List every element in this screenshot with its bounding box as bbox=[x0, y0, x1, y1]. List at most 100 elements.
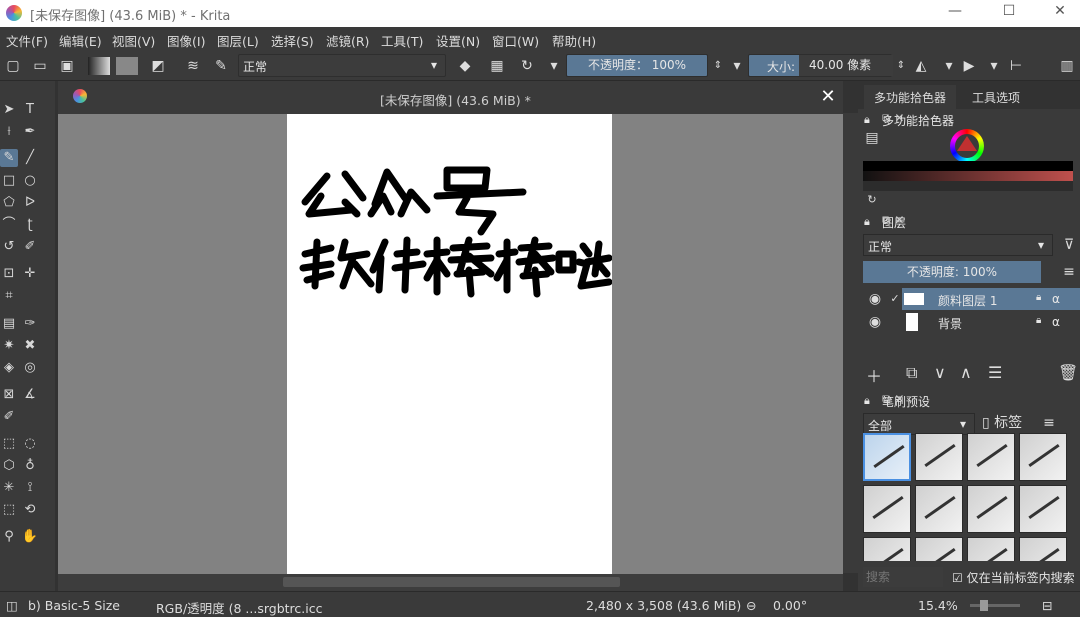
gradient-tool-icon[interactable]: ▤ bbox=[0, 315, 18, 333]
brush-preset[interactable] bbox=[863, 433, 911, 481]
color-picker-icon[interactable]: ✑ bbox=[21, 315, 39, 333]
duplicate-layer-icon[interactable]: ⧉ bbox=[906, 363, 917, 383]
canvas-area[interactable] bbox=[58, 114, 843, 574]
brush-preset[interactable] bbox=[1019, 485, 1067, 533]
rotation-icon[interactable]: ⊖ bbox=[746, 598, 756, 613]
move-up-icon[interactable]: ∧ bbox=[960, 363, 972, 382]
tab-advanced-color-selector[interactable]: 多功能拾色器 bbox=[864, 85, 957, 109]
alpha-lock-icon[interactable]: ▦ bbox=[488, 57, 506, 75]
layer-row[interactable]: 颜料图层 1 🔒︎ α bbox=[902, 288, 1080, 310]
move-tool-icon[interactable]: ✛ bbox=[21, 265, 39, 283]
chevron-down-icon[interactable]: ▾ bbox=[728, 57, 746, 75]
menu-help[interactable]: 帮助(H) bbox=[552, 31, 596, 50]
tag-button[interactable]: ▯ 标签 bbox=[982, 414, 1022, 432]
delete-layer-icon[interactable]: 🗑︎ bbox=[1058, 363, 1078, 382]
brush-preset[interactable] bbox=[915, 485, 963, 533]
reload-preset-icon[interactable]: ↻ bbox=[518, 57, 536, 75]
lock-icon[interactable]: 🔒︎ bbox=[864, 113, 870, 127]
layer-opacity-slider[interactable]: 不透明度: 100% bbox=[863, 261, 1041, 283]
select-shapes-icon[interactable]: ➤ bbox=[0, 101, 18, 119]
brush-preset[interactable] bbox=[967, 485, 1015, 533]
dynamic-brush-icon[interactable]: ↺ bbox=[0, 238, 18, 256]
size-spinner-icon[interactable]: ⇕ bbox=[892, 57, 910, 75]
tab-tool-options[interactable]: 工具选项 bbox=[962, 85, 1030, 109]
polyline-tool-icon[interactable]: ᐅ bbox=[21, 194, 39, 212]
brush-preset[interactable] bbox=[1019, 433, 1067, 481]
brush-preset[interactable] bbox=[915, 433, 963, 481]
reference-tool-icon[interactable]: ✐ bbox=[0, 408, 18, 426]
mirror-horizontal-icon[interactable]: ◭ bbox=[912, 57, 930, 75]
vertical-scrollbar[interactable] bbox=[843, 113, 858, 573]
blend-mode-select[interactable]: 正常 ▾ bbox=[238, 54, 446, 77]
lock-icon[interactable]: 🔒︎ bbox=[864, 215, 870, 229]
opacity-spinner-icon[interactable]: ⇕ bbox=[709, 57, 727, 75]
close-button[interactable]: ✕ bbox=[1045, 3, 1075, 23]
multibrush-icon[interactable]: ✐ bbox=[21, 238, 39, 256]
crop-tool-icon[interactable]: ⌗ bbox=[0, 287, 18, 305]
eye-icon[interactable]: ◉ bbox=[866, 290, 884, 308]
enclose-fill-icon[interactable]: ◎ bbox=[21, 359, 39, 377]
lock-icon[interactable]: 🔒︎ bbox=[1036, 292, 1041, 303]
search-in-tag-checkbox[interactable]: ☑ 仅在当前标签内搜索 bbox=[952, 569, 1075, 586]
layer-blend-select[interactable]: 正常 ▾ bbox=[863, 234, 1053, 256]
rect-select-icon[interactable]: ⬚ bbox=[0, 435, 18, 453]
brush-preset[interactable] bbox=[1019, 537, 1067, 561]
ellipse-select-icon[interactable]: ◌ bbox=[21, 435, 39, 453]
document-tab[interactable]: [未保存图像] (43.6 MiB) * ✕ bbox=[58, 81, 843, 114]
contiguous-select-icon[interactable]: ✳ bbox=[0, 479, 18, 497]
color-wheel[interactable] bbox=[950, 129, 984, 163]
wrap-around-icon[interactable]: ⊢ bbox=[1007, 57, 1025, 75]
ellipse-tool-icon[interactable]: ○ bbox=[21, 172, 39, 190]
brush-preset[interactable] bbox=[863, 537, 911, 561]
color-settings-icon[interactable]: ▤ bbox=[863, 129, 881, 147]
layer-row[interactable]: 背景 🔒︎ α bbox=[902, 311, 1080, 333]
filter-icon[interactable]: ⊽ bbox=[1060, 236, 1078, 254]
menu-window[interactable]: 窗口(W) bbox=[492, 31, 539, 50]
lock-icon[interactable]: 🔒︎ bbox=[1036, 315, 1041, 326]
chevron-down-icon[interactable]: ▾ bbox=[545, 57, 563, 75]
magnetic-select-icon[interactable]: ⟲ bbox=[21, 501, 39, 519]
bezier-select-icon[interactable]: ⬚ bbox=[0, 501, 18, 519]
canvas-only-icon[interactable]: ⊟ bbox=[1042, 598, 1052, 613]
smart-patch-icon[interactable]: ✖ bbox=[21, 337, 39, 355]
gradient-swatch[interactable] bbox=[88, 57, 110, 75]
edit-shapes-icon[interactable]: ⟊ bbox=[0, 123, 18, 141]
mirror-vertical-icon[interactable]: ▶ bbox=[960, 57, 978, 75]
eye-icon[interactable]: ◉ bbox=[866, 313, 884, 331]
transform-tool-icon[interactable]: ⊡ bbox=[0, 265, 18, 283]
menu-edit[interactable]: 编辑(E) bbox=[59, 31, 102, 50]
eraser-icon[interactable]: ◆ bbox=[456, 57, 474, 75]
alpha-icon[interactable]: α bbox=[1052, 315, 1060, 329]
minimize-button[interactable]: — bbox=[940, 3, 970, 23]
add-layer-icon[interactable]: ＋ bbox=[866, 363, 882, 387]
menu-filter[interactable]: 滤镜(R) bbox=[326, 31, 369, 50]
color-history-bar[interactable] bbox=[863, 161, 1073, 191]
menu-settings[interactable]: 设置(N) bbox=[436, 31, 480, 50]
save-icon[interactable]: ▣ bbox=[58, 57, 76, 75]
chevron-down-icon[interactable]: ▾ bbox=[985, 57, 1003, 75]
polygon-select-icon[interactable]: ⬡ bbox=[0, 457, 18, 475]
pattern-swatch[interactable] bbox=[116, 57, 138, 75]
calligraphy-icon[interactable]: ✒ bbox=[21, 123, 39, 141]
measure-tool-icon[interactable]: ∡ bbox=[21, 386, 39, 404]
menu-image[interactable]: 图像(I) bbox=[167, 31, 205, 50]
fill-tool-icon[interactable]: ◈ bbox=[0, 359, 18, 377]
menu-select[interactable]: 选择(S) bbox=[271, 31, 314, 50]
refresh-icon[interactable]: ↻ bbox=[863, 191, 881, 209]
brush-preset[interactable] bbox=[967, 537, 1015, 561]
layer-properties-icon[interactable]: ☰ bbox=[988, 363, 1002, 382]
brush-preset-icon[interactable]: ✎ bbox=[212, 57, 230, 75]
float-close-icon[interactable]: ⧉ ✕ bbox=[882, 111, 1078, 126]
menu-view[interactable]: 视图(V) bbox=[112, 31, 155, 50]
horizontal-scrollbar[interactable] bbox=[58, 574, 843, 591]
brush-preset[interactable] bbox=[967, 433, 1015, 481]
brush-preset[interactable] bbox=[915, 537, 963, 561]
freehand-select-icon[interactable]: ♁ bbox=[21, 457, 39, 475]
canvas-paper[interactable] bbox=[287, 114, 612, 574]
fg-bg-color-icon[interactable]: ◩ bbox=[149, 57, 167, 75]
text-tool-icon[interactable]: T bbox=[21, 101, 39, 119]
maximize-button[interactable]: ☐ bbox=[994, 3, 1024, 23]
checkbox-icon[interactable]: ✓ bbox=[886, 290, 904, 308]
color-triangle[interactable] bbox=[957, 136, 977, 151]
size-slider[interactable]: 大小: 40.00 像素 bbox=[748, 54, 893, 77]
